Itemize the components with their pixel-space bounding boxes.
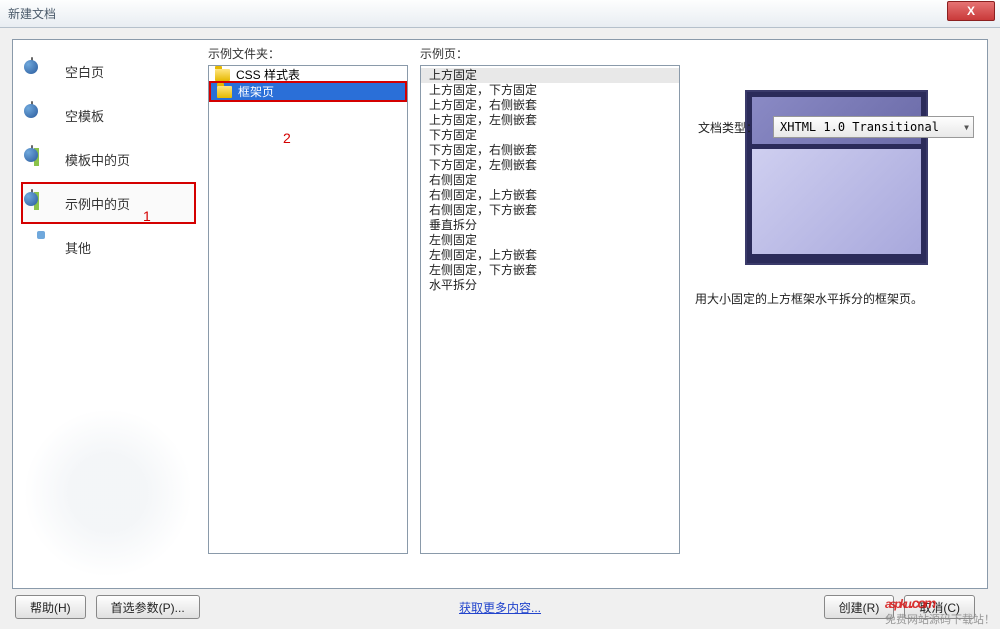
create-button[interactable]: 创建(R) [824, 595, 895, 619]
category-blank-template[interactable]: 空模板 [21, 94, 196, 136]
category-blank-page[interactable]: 空白页 [21, 50, 196, 92]
page-item[interactable]: 上方固定，左侧嵌套 [421, 113, 679, 128]
help-button[interactable]: 帮助(H) [15, 595, 86, 619]
category-other[interactable]: 其他 [21, 226, 196, 268]
page-item[interactable]: 水平拆分 [421, 278, 679, 293]
doctype-label: 文档类型： [698, 119, 758, 136]
page-section: 示例页： 上方固定 上方固定，下方固定 上方固定，右侧嵌套 上方固定，左侧嵌套 … [420, 45, 680, 554]
preview-panel: 用大小固定的上方框架水平拆分的框架页。 文档类型： XHTML 1.0 Tran… [693, 45, 979, 313]
page-item[interactable]: 上方固定，下方固定 [421, 83, 679, 98]
page-list: 上方固定 上方固定，下方固定 上方固定，右侧嵌套 上方固定，左侧嵌套 下方固定 … [420, 65, 680, 554]
doctype-row: 文档类型： XHTML 1.0 Transitional [698, 116, 974, 138]
blank-page-icon [31, 58, 57, 84]
page-item[interactable]: 下方固定 [421, 128, 679, 143]
category-label: 空白页 [65, 62, 104, 81]
template-page-icon [31, 146, 57, 172]
category-sample-page[interactable]: 示例中的页 [21, 182, 196, 224]
page-item[interactable]: 上方固定 [421, 68, 679, 83]
button-bar: 帮助(H) 首选参数(P)... 获取更多内容... 创建(R) 取消(C) [15, 593, 985, 621]
folder-list: CSS 样式表 框架页 [208, 65, 408, 554]
page-item[interactable]: 左侧固定，下方嵌套 [421, 263, 679, 278]
page-item[interactable]: 右侧固定，下方嵌套 [421, 203, 679, 218]
prefs-button[interactable]: 首选参数(P)... [96, 595, 200, 619]
annotation-1: 1 [143, 208, 151, 224]
folder-icon [215, 69, 230, 81]
category-template-page[interactable]: 模板中的页 [21, 138, 196, 180]
folder-item-label: CSS 样式表 [236, 66, 300, 83]
preview-description: 用大小固定的上方框架水平拆分的框架页。 [693, 285, 979, 313]
category-label: 示例中的页 [65, 194, 130, 213]
other-icon [31, 234, 57, 260]
blank-template-icon [31, 102, 57, 128]
close-button[interactable]: X [947, 1, 995, 21]
doctype-select[interactable]: XHTML 1.0 Transitional [773, 116, 974, 138]
folder-icon [217, 86, 232, 98]
title-bar: 新建文档 X [0, 0, 1000, 28]
get-more-link[interactable]: 获取更多内容... [459, 599, 541, 616]
page-item[interactable]: 垂直拆分 [421, 218, 679, 233]
preview-frame-bottom [751, 148, 922, 256]
folder-item-frames[interactable]: 框架页 [209, 81, 407, 102]
annotation-2: 2 [283, 130, 291, 146]
category-label: 其他 [65, 238, 91, 257]
page-item[interactable]: 右侧固定，上方嵌套 [421, 188, 679, 203]
page-item[interactable]: 上方固定，右侧嵌套 [421, 98, 679, 113]
globe-watermark [23, 408, 193, 578]
page-item[interactable]: 下方固定，左侧嵌套 [421, 158, 679, 173]
sample-page-icon [31, 190, 57, 216]
folder-column-label: 示例文件夹： [208, 45, 408, 62]
page-item[interactable]: 左侧固定，上方嵌套 [421, 248, 679, 263]
page-item[interactable]: 右侧固定 [421, 173, 679, 188]
folder-section: 示例文件夹： CSS 样式表 框架页 [208, 45, 408, 554]
page-item[interactable]: 左侧固定 [421, 233, 679, 248]
dialog-content: 空白页 空模板 模板中的页 示例中的页 其他 1 示例文件夹： CSS 样式表 [12, 39, 988, 589]
category-label: 空模板 [65, 106, 104, 125]
category-label: 模板中的页 [65, 150, 130, 169]
window-title: 新建文档 [8, 5, 56, 22]
cancel-button[interactable]: 取消(C) [904, 595, 975, 619]
category-panel: 空白页 空模板 模板中的页 示例中的页 其他 [21, 50, 196, 270]
page-item[interactable]: 下方固定，右侧嵌套 [421, 143, 679, 158]
folder-item-label: 框架页 [238, 83, 274, 100]
page-column-label: 示例页： [420, 45, 680, 62]
